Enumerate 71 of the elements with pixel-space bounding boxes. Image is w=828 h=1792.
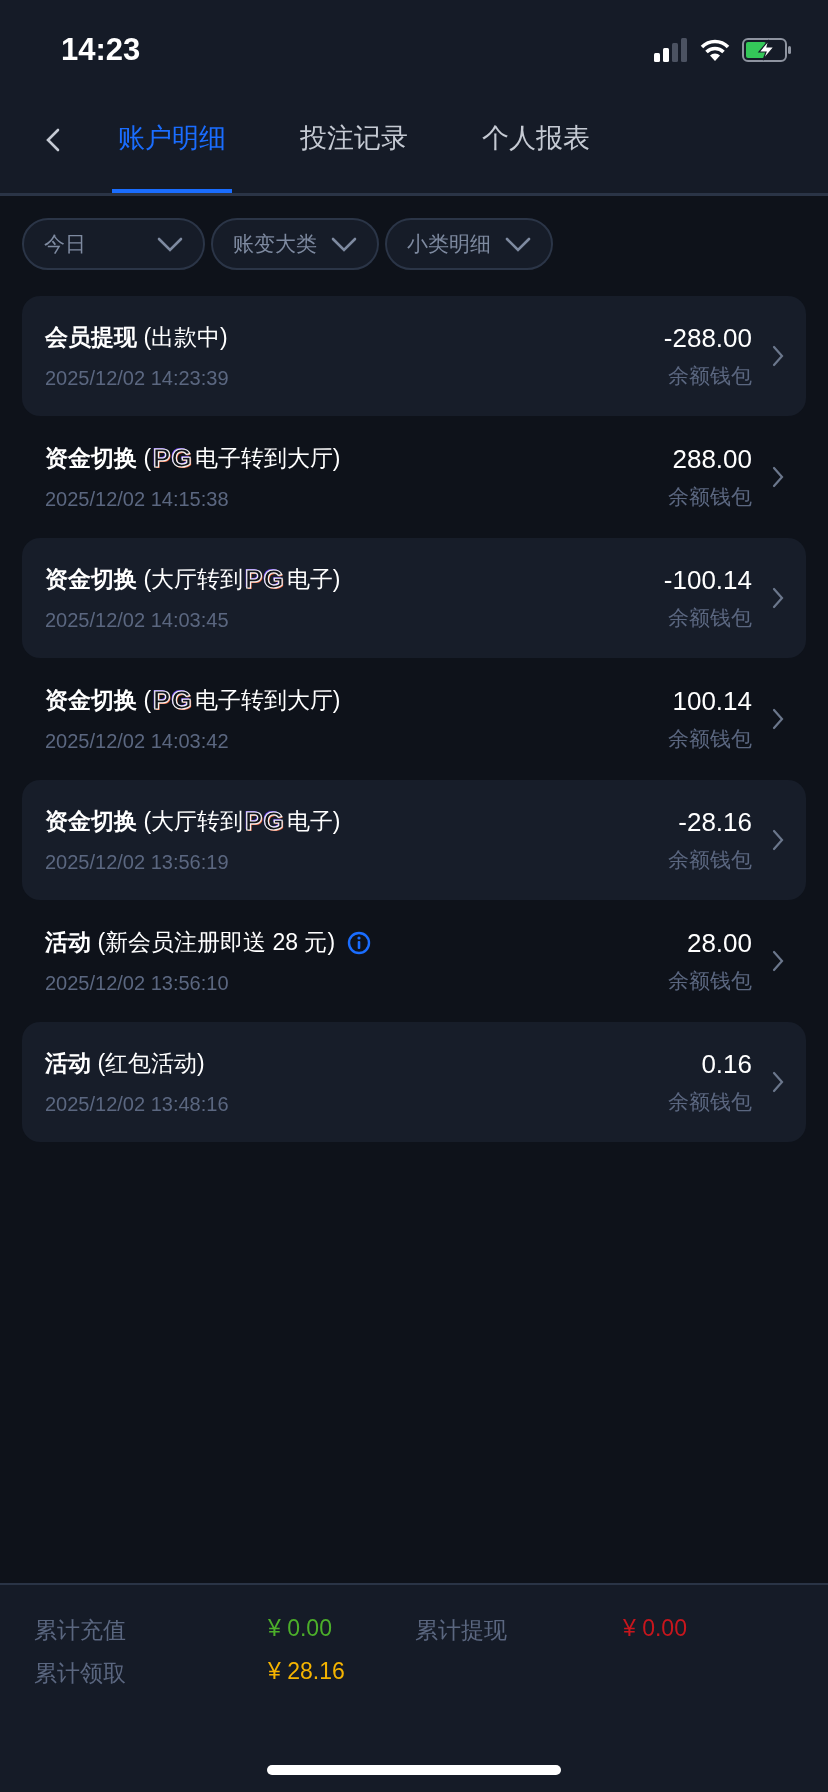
entry-amount: -100.14 [663,564,752,596]
summary-value: ¥ 28.16 [268,1658,346,1686]
signal-icon [654,37,688,62]
entry-title: 电子) [286,565,341,594]
filter-dropdown[interactable]: 今日 [22,218,205,270]
wallet-label: 余额钱包 [668,725,752,752]
tab[interactable]: 投注记录 [294,95,414,193]
wallet-label: 余额钱包 [668,967,752,994]
entry-row[interactable]: 资金切换 (PG 电子转到大厅) 2025/12/02 14:03:42 100.14 余额钱包 [22,659,806,779]
summary-value: ¥ 0.00 [623,1615,688,1643]
entry-title: 电子转到大厅) [194,444,341,473]
entry-time: 2025/12/02 14:15:38 [45,487,230,511]
chevron-right-icon [772,466,784,488]
chevron-right-icon [772,587,784,609]
back-icon[interactable] [46,128,60,152]
chevron-down-icon [331,236,357,252]
wifi-icon [700,38,730,61]
entry-time: 2025/12/02 14:23:39 [45,366,230,390]
entry-title: 资金切换 ( [45,686,152,715]
wallet-label: 余额钱包 [668,483,752,510]
wallet-label: 余额钱包 [668,1088,752,1115]
entry-amount: 288.00 [672,443,752,475]
chevron-down-icon [157,236,183,252]
filter-dropdown[interactable]: 小类明细 [385,218,553,270]
chevron-right-icon [772,950,784,972]
entry-time: 2025/12/02 13:48:16 [45,1092,230,1116]
entry-amount: 100.14 [672,685,752,717]
entry-title: 电子转到大厅) [194,686,341,715]
info-icon[interactable] [347,930,372,955]
entry-title: 会员提现 (出款中) [45,323,228,352]
chevron-down-icon [505,236,531,252]
pg-logo: PG [153,685,193,716]
summary-value: ¥ 0.00 [268,1615,333,1643]
pg-logo: PG [153,443,193,474]
entry-row[interactable]: 资金切换 (PG 电子转到大厅) 2025/12/02 14:15:38 288.00 余额钱包 [22,417,806,537]
filter-dropdown[interactable]: 账变大类 [211,218,379,270]
wallet-label: 余额钱包 [668,846,752,873]
chevron-right-icon [772,1071,784,1093]
entry-title: 资金切换 (大厅转到 [45,565,244,594]
entry-time: 2025/12/02 14:03:45 [45,608,230,632]
entry-amount: -288.00 [663,322,752,354]
chevron-right-icon [772,345,784,367]
entry-card[interactable]: 活动 (红包活动) 2025/12/02 13:48:16 0.16 余额钱包 [22,1022,806,1142]
entry-title: 活动 (红包活动) [45,1049,205,1078]
entry-amount: 28.00 [686,927,752,959]
entry-title: 活动 (新会员注册即送 28 元) [45,928,336,957]
entry-time: 2025/12/02 13:56:10 [45,971,230,995]
entry-card[interactable]: 资金切换 (大厅转到PG 电子) 2025/12/02 13:56:19 -28.16 余额钱包 [22,780,806,900]
summary-label: 累计领取 [34,1659,127,1688]
entry-time: 2025/12/02 14:03:42 [45,729,230,753]
tab[interactable]: 个人报表 [476,95,596,193]
pg-logo: PG [245,806,285,837]
summary-label: 累计提现 [415,1616,508,1645]
entry-title: 电子) [286,807,341,836]
chevron-right-icon [772,829,784,851]
entry-title: 资金切换 (大厅转到 [45,807,244,836]
chevron-right-icon [772,708,784,730]
entry-amount: 0.16 [701,1048,752,1080]
wallet-label: 余额钱包 [668,362,752,389]
summary-label: 累计充值 [34,1616,127,1645]
wallet-label: 余额钱包 [668,604,752,631]
entry-amount: -28.16 [678,806,752,838]
entry-row[interactable]: 活动 (新会员注册即送 28 元) 2025/12/02 13:56:10 28.00 余额钱包 [22,901,806,1021]
battery-charging-icon [742,37,792,62]
tab[interactable]: 账户明细 [112,95,232,193]
entry-card[interactable]: 资金切换 (大厅转到PG 电子) 2025/12/02 14:03:45 -100.14 余额钱包 [22,538,806,658]
entry-time: 2025/12/02 13:56:19 [45,850,230,874]
pg-logo: PG [245,564,285,595]
entry-card[interactable]: 会员提现 (出款中) 2025/12/02 14:23:39 -288.00 余额钱包 [22,296,806,416]
status-time: 14:23 [61,31,141,68]
entry-title: 资金切换 ( [45,444,152,473]
